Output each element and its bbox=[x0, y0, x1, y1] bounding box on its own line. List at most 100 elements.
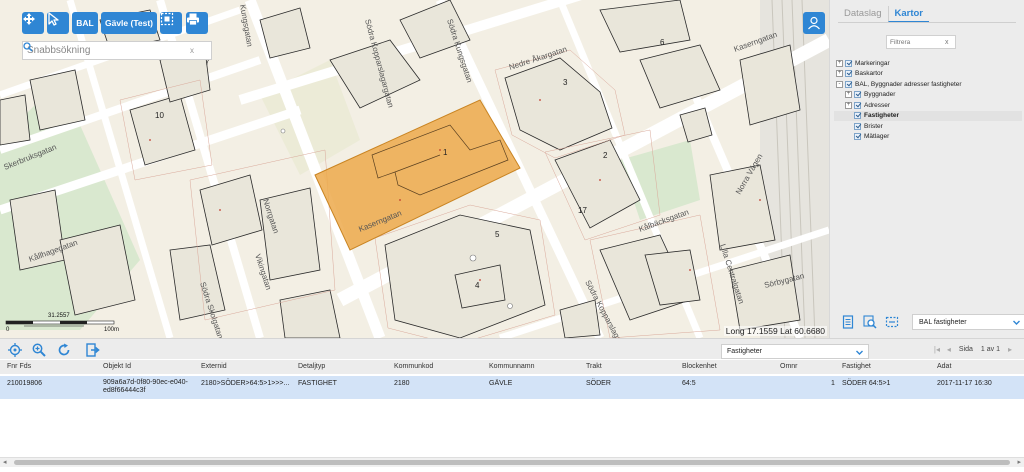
expand-icon[interactable]: + bbox=[845, 91, 852, 99]
column-header[interactable]: Objekt Id bbox=[103, 363, 131, 370]
extent-button[interactable] bbox=[160, 12, 182, 34]
search-input[interactable] bbox=[23, 42, 187, 59]
expand-icon[interactable]: + bbox=[845, 101, 852, 109]
prev-page-icon[interactable]: ◂ bbox=[943, 345, 955, 354]
table-header: Fnr Fds Objekt Id Externid Detaljtyp Kommunk… bbox=[0, 360, 1024, 374]
block-number: 1 bbox=[443, 148, 448, 157]
table-cell: FASTIGHET bbox=[298, 380, 337, 387]
bottom-edge bbox=[0, 467, 1024, 472]
layer-checkbox[interactable] bbox=[854, 133, 861, 141]
tab-dataslag[interactable]: Dataslag bbox=[838, 6, 888, 22]
filter-clear-icon[interactable]: x bbox=[945, 39, 949, 46]
layer-select-area-button[interactable] bbox=[884, 314, 900, 330]
tab-kartor[interactable]: Kartor bbox=[887, 6, 930, 22]
object-type-select[interactable]: Fastigheter bbox=[721, 344, 869, 359]
block-number: 4 bbox=[475, 281, 480, 290]
side-tabs: Dataslag Kartor bbox=[838, 6, 930, 22]
layer-label: Fastigheter bbox=[864, 112, 900, 120]
collapse-icon[interactable]: - bbox=[836, 80, 843, 88]
block-number: 5 bbox=[495, 230, 500, 239]
layer-checkbox[interactable] bbox=[854, 122, 861, 130]
side-toolbar: BAL fastigheter bbox=[838, 313, 1024, 333]
column-header[interactable]: Detaljtyp bbox=[298, 363, 325, 370]
locate-button[interactable] bbox=[7, 342, 22, 357]
layer-checkbox[interactable] bbox=[854, 101, 861, 109]
layer-node[interactable]: +Mätlager bbox=[834, 132, 1022, 143]
layer-filter: x bbox=[886, 35, 956, 49]
layer-zoom-button[interactable] bbox=[862, 314, 878, 330]
results-toolbar: Fastigheter |◂ ◂ Sida 1 av 1 ▸ bbox=[0, 339, 1024, 359]
export-icon bbox=[85, 342, 100, 357]
document-list-icon bbox=[842, 315, 853, 329]
layer-node[interactable]: + Byggnader bbox=[834, 90, 1022, 101]
scale-bar: 0 31.2557 100m bbox=[4, 313, 124, 335]
results-panel: Fastigheter |◂ ◂ Sida 1 av 1 ▸ Fnr Fds Ob… bbox=[0, 338, 1024, 472]
zoom-to-button[interactable] bbox=[31, 342, 46, 357]
column-header[interactable]: Fnr Fds bbox=[7, 363, 31, 370]
expand-icon[interactable]: + bbox=[836, 70, 843, 78]
column-header[interactable]: Blockenhet bbox=[682, 363, 717, 370]
table-cell: 210019806 bbox=[7, 380, 43, 387]
refresh-button[interactable] bbox=[56, 342, 71, 357]
column-header[interactable]: Fastighet bbox=[842, 363, 871, 370]
scroll-thumb[interactable] bbox=[14, 460, 1010, 465]
bal-button[interactable]: BAL bbox=[72, 12, 98, 34]
layer-checkbox[interactable] bbox=[854, 91, 861, 99]
column-header[interactable]: Kommunnamn bbox=[489, 363, 535, 370]
layer-node[interactable]: +Fastigheter bbox=[834, 110, 1022, 121]
select-button[interactable] bbox=[47, 12, 69, 34]
column-header[interactable]: Kommunkod bbox=[394, 363, 433, 370]
layer-label: BAL, Byggnader adresser fastigheter bbox=[855, 80, 962, 88]
layer-checkbox[interactable] bbox=[854, 112, 861, 120]
layer-node[interactable]: + Baskartor bbox=[834, 69, 1022, 80]
layer-node[interactable]: + Markeringar bbox=[834, 58, 1022, 69]
expand-icon[interactable]: + bbox=[836, 59, 843, 67]
scroll-left-icon[interactable]: ◂ bbox=[3, 458, 7, 466]
crosshair-icon bbox=[7, 342, 22, 357]
block-number: 2 bbox=[603, 151, 608, 160]
layer-node[interactable]: +Brister bbox=[834, 121, 1022, 132]
table-cell: 2180 bbox=[394, 380, 410, 387]
table-row[interactable]: 210019806 909a6a7d-0f80-90ec-e040- ed8f66… bbox=[0, 376, 1024, 399]
block-number: 3 bbox=[563, 78, 568, 87]
layer-node[interactable]: + Adresser bbox=[834, 100, 1022, 111]
scroll-right-icon[interactable]: ▸ bbox=[1017, 458, 1021, 466]
municipality-button[interactable]: Gävle (Test) bbox=[101, 12, 157, 34]
column-header[interactable]: Adat bbox=[937, 363, 951, 370]
export-button[interactable] bbox=[85, 342, 100, 357]
block-number: 10 bbox=[155, 111, 164, 120]
user-button[interactable] bbox=[803, 12, 825, 34]
layer-list-button[interactable] bbox=[840, 314, 856, 330]
table-cell: 2180>SÖDER>64:5>1>>>... bbox=[201, 380, 290, 387]
pager: |◂ ◂ Sida 1 av 1 ▸ bbox=[931, 345, 1016, 354]
chevron-down-icon bbox=[856, 350, 863, 355]
layer-select[interactable]: BAL fastigheter bbox=[912, 314, 1024, 330]
table-cell: 2017-11-17 16:30 bbox=[937, 380, 992, 387]
layer-checkbox[interactable] bbox=[845, 59, 852, 67]
layer-checkbox[interactable] bbox=[845, 70, 852, 78]
column-header[interactable]: Externid bbox=[201, 363, 227, 370]
first-page-icon[interactable]: |◂ bbox=[931, 345, 943, 354]
quick-search: x bbox=[22, 41, 212, 60]
block-number: 17 bbox=[578, 206, 587, 215]
next-page-icon[interactable]: ▸ bbox=[1004, 345, 1016, 354]
print-button[interactable] bbox=[186, 12, 208, 34]
side-panel: Dataslag Kartor x + Markeringar + Baskartor… bbox=[829, 0, 1024, 338]
column-header[interactable]: Omnr bbox=[780, 363, 798, 370]
user-icon bbox=[808, 16, 820, 30]
layer-node[interactable]: - BAL, Byggnader adresser fastigheter bbox=[834, 79, 1022, 90]
table-cell: 64:5 bbox=[682, 380, 696, 387]
zoom-in-icon bbox=[32, 343, 46, 357]
app-root: 1 2 3 4 5 6 17 10 7 Kaserngatan Kaserngatan Nedre … bbox=[0, 0, 1024, 472]
tab-divider bbox=[838, 22, 1016, 23]
search-clear-icon[interactable]: x bbox=[187, 46, 197, 55]
pan-button[interactable] bbox=[22, 12, 44, 34]
layer-checkbox[interactable] bbox=[845, 80, 852, 88]
horizontal-scrollbar[interactable]: ◂ ▸ bbox=[0, 457, 1024, 467]
filter-input[interactable] bbox=[887, 38, 945, 46]
map-view[interactable]: 1 2 3 4 5 6 17 10 7 Kaserngatan Kaserngatan Nedre … bbox=[0, 0, 829, 338]
column-header[interactable]: Trakt bbox=[586, 363, 602, 370]
table-cell: SÖDER bbox=[586, 380, 611, 387]
chevron-down-icon bbox=[1013, 320, 1020, 325]
selection-box-icon bbox=[885, 316, 899, 328]
